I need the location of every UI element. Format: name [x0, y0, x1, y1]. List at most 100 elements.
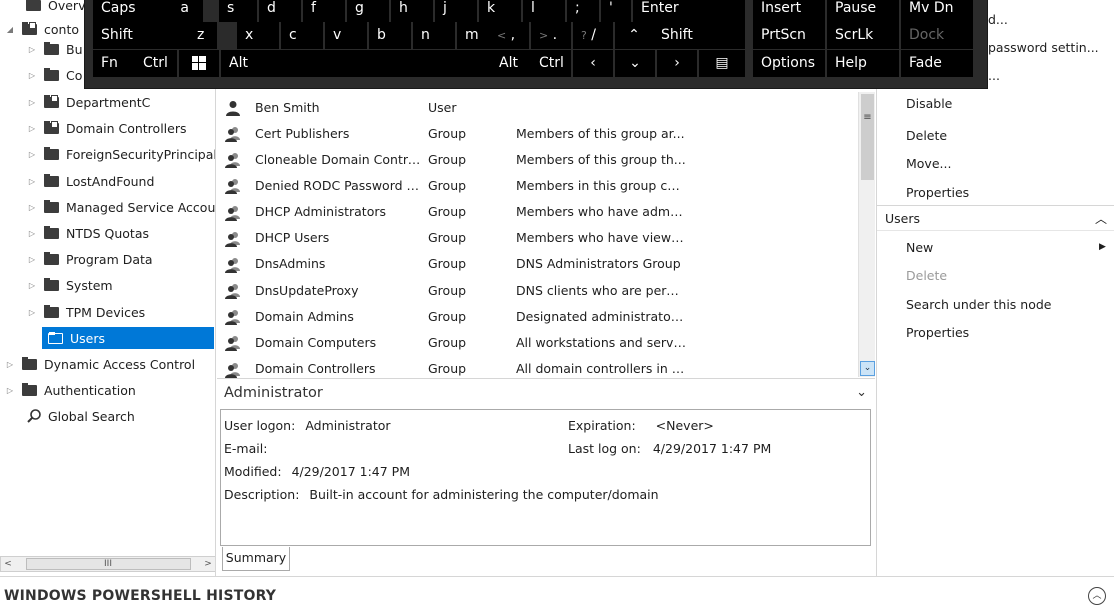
table-row[interactable]: DnsAdmins Group DNS Administrators Group [217, 251, 857, 277]
tree-item[interactable]: ▷ DepartmentC [26, 91, 150, 113]
expand-arrow-icon[interactable]: ▷ [26, 150, 38, 159]
key-quote[interactable]: ' [601, 0, 631, 22]
table-row[interactable]: Cert Publishers Group Members of this grou… [217, 120, 857, 146]
tree-item[interactable]: ▷ ForeignSecurityPrincipals [26, 143, 215, 165]
chevron-up-icon[interactable]: ︿ [1095, 210, 1107, 227]
key-pause[interactable]: Pause [827, 0, 899, 22]
expand-arrow-icon[interactable]: ▷ [4, 360, 16, 369]
expand-arrow-icon[interactable]: ▷ [4, 386, 16, 395]
tree-item[interactable]: ▷ NTDS Quotas [26, 222, 149, 244]
task-disable[interactable]: Disable [906, 96, 952, 111]
table-row[interactable]: Cloneable Domain Control... Group Members … [217, 146, 857, 172]
tree-item[interactable]: ▷ Program Data [26, 248, 153, 270]
key-prtscn[interactable]: PrtScn [753, 22, 825, 49]
tree-item-authentication[interactable]: ▷ Authentication [4, 379, 136, 401]
task-partial-2[interactable]: password settin... [988, 40, 1099, 55]
arrow-down-icon[interactable]: ⌄ [615, 50, 655, 77]
expand-arrow-icon[interactable]: ▷ [26, 229, 38, 238]
key-j[interactable]: j [435, 0, 477, 22]
tree-item-co[interactable]: ▷ Co [26, 64, 82, 86]
list-vertical-scrollbar[interactable]: ≡ ⌄ [858, 92, 875, 377]
table-row[interactable]: DHCP Users Group Members who have view-... [217, 225, 857, 251]
table-row[interactable]: Denied RODC Password R... Group Members in… [217, 172, 857, 198]
expand-arrow-icon[interactable]: ▷ [26, 308, 38, 317]
key-m[interactable]: m [457, 22, 489, 49]
tree-item[interactable]: ▷ Domain Controllers [26, 117, 186, 139]
key-l[interactable]: l [523, 0, 565, 22]
key-slash[interactable]: ? / [573, 22, 613, 49]
key-options[interactable]: Options [753, 50, 825, 77]
tree-item-bu[interactable]: ▷ Bu [26, 38, 83, 60]
tree-item-domain[interactable]: ◢ conto [4, 18, 79, 40]
key-move-down[interactable]: Mv Dn [901, 0, 973, 22]
tree-item-global-search[interactable]: Global Search [26, 405, 135, 427]
menu-key-icon[interactable]: ▤ [699, 50, 745, 77]
tree-item[interactable]: ▷ TPM Devices [26, 301, 145, 323]
scroll-right-icon[interactable]: > [201, 557, 215, 571]
key-alt-right[interactable]: Alt [491, 50, 531, 77]
scroll-down-icon[interactable]: ⌄ [860, 361, 875, 376]
expand-arrow-icon[interactable]: ▷ [26, 203, 38, 212]
key-c[interactable]: c [281, 22, 323, 49]
tree-item[interactable]: ▷ Managed Service Accoun [26, 196, 215, 218]
key-enter[interactable]: Enter [633, 0, 745, 22]
key-k[interactable]: k [479, 0, 521, 22]
expand-arrow-icon[interactable]: ▷ [26, 124, 38, 133]
key-alt-left[interactable]: Alt [221, 50, 491, 77]
task-delete[interactable]: Delete [906, 128, 947, 143]
tree-horizontal-scrollbar[interactable]: < III > [0, 556, 215, 572]
collapse-arrow-icon[interactable]: ◢ [4, 25, 16, 34]
scroll-thumb[interactable]: III [25, 558, 191, 570]
powershell-history-bar[interactable]: WINDOWS POWERSHELL HISTORY ︿ [0, 576, 1114, 614]
table-row[interactable]: Domain Computers Group All workstations an… [217, 329, 857, 355]
task-partial-3[interactable]: ... [988, 68, 1000, 83]
tab-summary[interactable]: Summary [222, 547, 290, 571]
key-d[interactable]: d [259, 0, 301, 22]
task-properties[interactable]: Properties [906, 185, 969, 200]
key-f[interactable]: f [303, 0, 345, 22]
scroll-thumb[interactable] [861, 94, 874, 180]
arrow-left-icon[interactable]: ‹ [573, 50, 613, 77]
key-s[interactable]: s [219, 0, 257, 22]
windows-key-icon[interactable] [179, 50, 219, 77]
task-new[interactable]: New ▶ [906, 240, 1106, 255]
key-help[interactable]: Help [827, 50, 899, 77]
chevron-down-icon[interactable]: ⌄ [856, 385, 867, 400]
tree-item-dynamic-access-control[interactable]: ▷ Dynamic Access Control [4, 353, 195, 375]
expand-arrow-icon[interactable]: ▷ [26, 98, 38, 107]
key-g[interactable]: g [347, 0, 389, 22]
tree-item[interactable]: ▷ System [26, 274, 113, 296]
key-comma[interactable]: < , [489, 22, 529, 49]
key-semicolon[interactable]: ; [567, 0, 599, 22]
arrow-right-icon[interactable]: › [657, 50, 697, 77]
arrow-up-icon[interactable]: ⌃ [615, 22, 653, 49]
key-ctrl-right[interactable]: Ctrl [531, 50, 571, 77]
table-row[interactable]: Domain Admins Group Designated administrat… [217, 303, 857, 329]
tree-item-overview[interactable]: Overv [20, 0, 85, 16]
key-h[interactable]: h [391, 0, 433, 22]
key-period[interactable]: > . [531, 22, 571, 49]
task-move[interactable]: Move... [906, 156, 951, 171]
tree-item[interactable]: ▷ LostAndFound [26, 170, 154, 192]
expand-up-icon[interactable]: ︿ [1088, 586, 1106, 605]
table-row[interactable]: DHCP Administrators Group Members who have… [217, 199, 857, 225]
key-insert[interactable]: Insert [753, 0, 825, 22]
task-partial-1[interactable]: d... [988, 12, 1008, 27]
key-shift-right[interactable]: Shift [653, 22, 745, 49]
key-fn[interactable]: Fn [93, 50, 135, 77]
table-row[interactable]: Ben Smith User [217, 94, 857, 120]
table-row[interactable]: Domain Controllers Group All domain contro… [217, 356, 857, 379]
details-header[interactable]: Administrator ⌄ [217, 378, 875, 406]
scroll-left-icon[interactable]: < [1, 557, 15, 571]
key-ctrl-left[interactable]: Ctrl [135, 50, 177, 77]
tree-item-users[interactable]: Users [42, 327, 214, 349]
expand-arrow-icon[interactable]: ▷ [26, 281, 38, 290]
key-n[interactable]: n [413, 22, 455, 49]
expand-arrow-icon[interactable]: ▷ [26, 71, 38, 80]
key-fade[interactable]: Fade [901, 50, 973, 77]
key-x[interactable]: x [237, 22, 279, 49]
key-z[interactable]: z [197, 22, 217, 49]
expand-arrow-icon[interactable]: ▷ [26, 45, 38, 54]
key-a[interactable]: a [165, 0, 195, 22]
table-row[interactable]: DnsUpdateProxy Group DNS clients who are p… [217, 277, 857, 303]
